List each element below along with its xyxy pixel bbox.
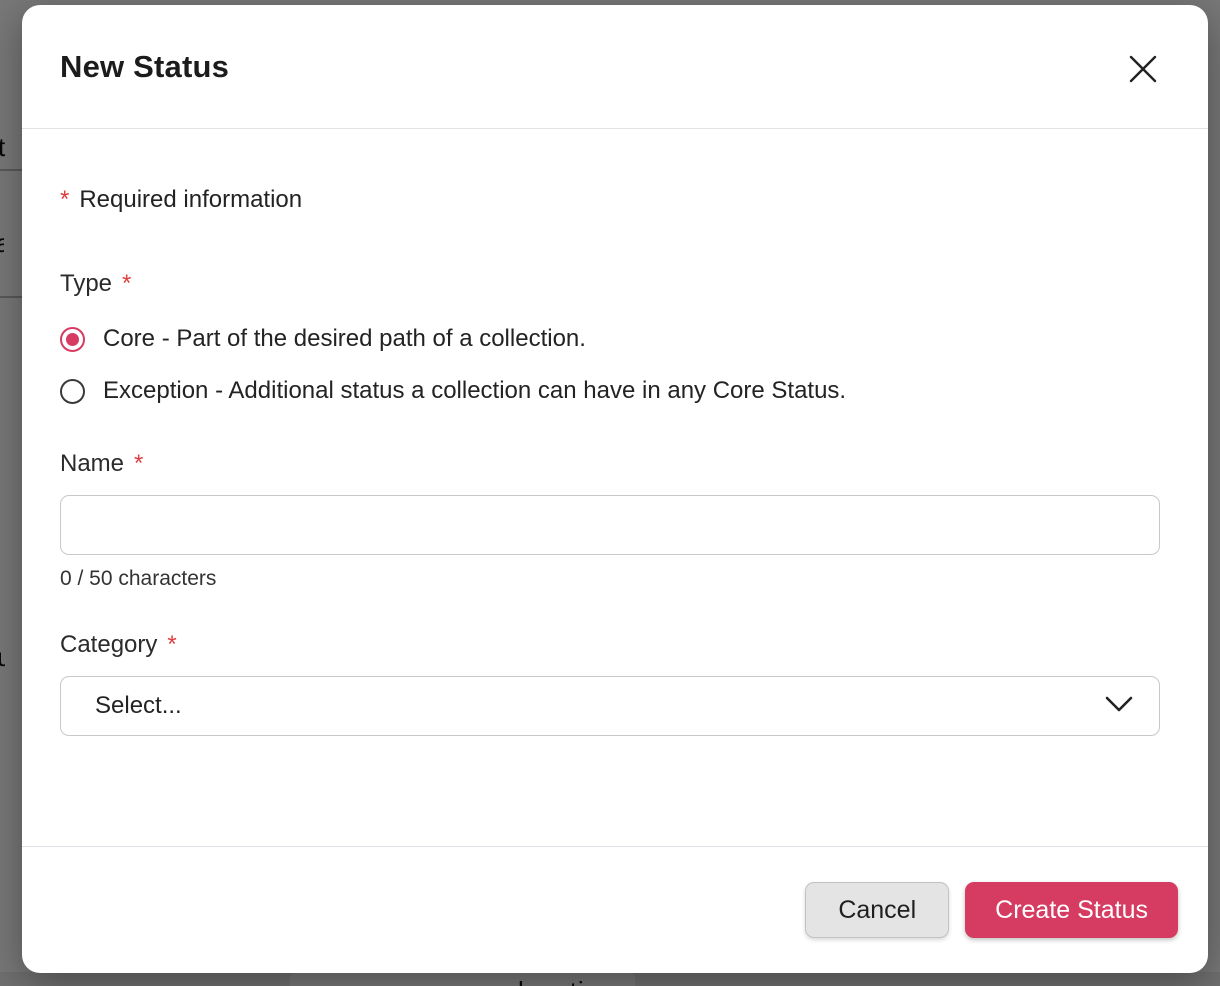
required-asterisk: * (122, 270, 131, 298)
required-information-note: * Required information (60, 186, 1160, 214)
modal-title: New Status (60, 49, 229, 85)
cancel-button[interactable]: Cancel (805, 882, 949, 938)
radio-option-label: Exception - Additional status a collecti… (103, 377, 846, 405)
radio-option-label: Core - Part of the desired path of a col… (103, 325, 586, 353)
create-status-button[interactable]: Create Status (965, 882, 1178, 938)
required-asterisk: * (134, 450, 143, 478)
type-field-label: Type * (60, 270, 1160, 298)
radio-selected-icon[interactable] (60, 327, 85, 352)
required-asterisk: * (60, 186, 69, 214)
required-note-text: Required information (79, 186, 302, 214)
required-asterisk: * (167, 631, 176, 659)
category-select-value: Select... (95, 692, 182, 720)
name-input[interactable] (60, 495, 1160, 555)
modal-body: * Required information Type * Core - Par… (22, 129, 1208, 846)
category-label-text: Category (60, 631, 157, 659)
close-icon (1128, 54, 1158, 87)
close-button[interactable] (1122, 49, 1164, 91)
name-field-label: Name * (60, 450, 1160, 478)
new-status-modal: New Status * Required information Type *… (22, 5, 1208, 973)
radio-option-core[interactable]: Core - Part of the desired path of a col… (60, 324, 1160, 354)
category-select[interactable]: Select... (60, 676, 1160, 736)
type-label-text: Type (60, 270, 112, 298)
chevron-down-icon (1105, 692, 1133, 720)
category-field-label: Category * (60, 631, 1160, 659)
name-label-text: Name (60, 450, 124, 478)
character-counter: 0 / 50 characters (60, 567, 1160, 591)
modal-footer: Cancel Create Status (22, 846, 1208, 973)
type-radio-group: Core - Part of the desired path of a col… (60, 324, 1160, 406)
radio-option-exception[interactable]: Exception - Additional status a collecti… (60, 376, 1160, 406)
modal-header: New Status (22, 5, 1208, 129)
radio-unselected-icon[interactable] (60, 379, 85, 404)
